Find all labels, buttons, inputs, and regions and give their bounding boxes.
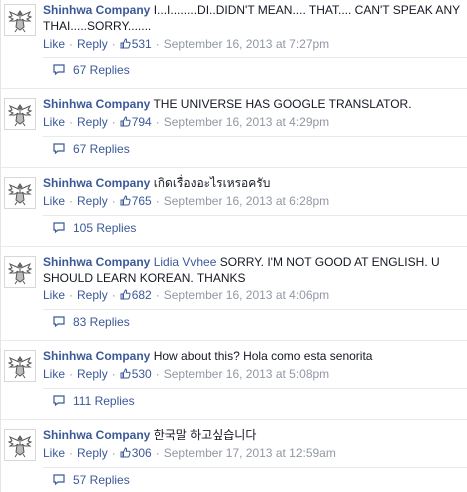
reply-button[interactable]: Reply bbox=[77, 194, 108, 208]
eagle-crest-icon bbox=[7, 104, 33, 127]
comment-actions: Like · Reply · 530 · September 16, 2013 at 5:0… bbox=[43, 367, 330, 381]
eagle-crest-icon bbox=[7, 10, 33, 33]
like-button[interactable]: Like bbox=[43, 446, 65, 460]
speech-bubble-icon bbox=[53, 474, 65, 485]
like-button[interactable]: Like bbox=[43, 37, 65, 51]
comment-author[interactable]: Shinhwa Company bbox=[43, 176, 150, 190]
like-count[interactable]: 530 bbox=[120, 367, 152, 381]
comment-body: Shinhwa Company 한국말 하고싶습니다 bbox=[43, 427, 463, 443]
comment-timestamp[interactable]: September 16, 2013 at 5:08pm bbox=[164, 367, 329, 381]
reply-button[interactable]: Reply bbox=[77, 446, 108, 460]
like-button[interactable]: Like bbox=[43, 194, 65, 208]
eagle-crest-icon bbox=[7, 262, 33, 285]
comment-author[interactable]: Shinhwa Company bbox=[43, 3, 150, 17]
divider bbox=[1, 419, 467, 420]
avatar[interactable] bbox=[4, 256, 36, 288]
view-replies-link[interactable]: 67 Replies bbox=[43, 136, 467, 161]
comment-timestamp[interactable]: September 16, 2013 at 6:28pm bbox=[164, 194, 329, 208]
thumbs-up-icon bbox=[120, 368, 131, 379]
like-count[interactable]: 794 bbox=[120, 115, 152, 129]
divider bbox=[1, 88, 467, 89]
comment-timestamp[interactable]: September 16, 2013 at 7:27pm bbox=[164, 37, 329, 51]
avatar[interactable] bbox=[4, 98, 36, 130]
reply-button[interactable]: Reply bbox=[77, 37, 108, 51]
avatar[interactable] bbox=[4, 4, 36, 36]
view-replies-link[interactable]: 67 Replies bbox=[43, 57, 467, 82]
thumbs-up-icon bbox=[120, 195, 131, 206]
speech-bubble-icon bbox=[53, 316, 65, 327]
speech-bubble-icon bbox=[53, 143, 65, 154]
like-count[interactable]: 682 bbox=[120, 288, 152, 302]
comment-text: 한국말 하고싶습니다 bbox=[153, 428, 257, 442]
thumbs-up-icon bbox=[120, 289, 131, 300]
comment-body: Shinhwa Company How about this? Hola com… bbox=[43, 348, 463, 364]
comment-author[interactable]: Shinhwa Company bbox=[43, 97, 150, 111]
reply-button[interactable]: Reply bbox=[77, 115, 108, 129]
like-button[interactable]: Like bbox=[43, 288, 65, 302]
comment-actions: Like · Reply · 306 · September 17, 2013 at 12:… bbox=[43, 446, 336, 460]
divider bbox=[1, 167, 467, 168]
comment-actions: Like · Reply · 682 · September 16, 2013 at 4:0… bbox=[43, 288, 330, 302]
comment-body: Shinhwa Company Lidia Vvhee SORRY. I'M N… bbox=[43, 254, 463, 286]
replies-count: 57 Replies bbox=[73, 473, 130, 487]
comment-feed: Shinhwa Company I...I........DI..DIDN'T … bbox=[0, 0, 467, 492]
thumbs-up-icon bbox=[120, 116, 131, 127]
comment-timestamp[interactable]: September 16, 2013 at 4:29pm bbox=[164, 115, 329, 129]
comment-author[interactable]: Shinhwa Company bbox=[43, 255, 150, 269]
comment-author[interactable]: Shinhwa Company bbox=[43, 349, 150, 363]
eagle-crest-icon bbox=[7, 356, 33, 379]
comment-text: THE UNIVERSE HAS GOOGLE TRANSLATOR. bbox=[153, 97, 412, 111]
comment-actions: Like · Reply · 765 · September 16, 2013 at 6:2… bbox=[43, 194, 330, 208]
comment-body: Shinhwa Company เกิดเรื่องอะไรเหรอครับ bbox=[43, 175, 463, 191]
like-button[interactable]: Like bbox=[43, 115, 65, 129]
view-replies-link[interactable]: 57 Replies bbox=[43, 467, 467, 492]
avatar[interactable] bbox=[4, 350, 36, 382]
comment-text: เกิดเรื่องอะไรเหรอครับ bbox=[153, 176, 271, 190]
replies-count: 67 Replies bbox=[73, 63, 130, 77]
mention-link[interactable]: Lidia Vvhee bbox=[154, 255, 217, 269]
eagle-crest-icon bbox=[7, 435, 33, 458]
comment-body: Shinhwa Company THE UNIVERSE HAS GOOGLE … bbox=[43, 96, 463, 112]
divider bbox=[1, 246, 467, 247]
comment-text: How about this? Hola como esta senorita bbox=[153, 349, 373, 363]
view-replies-link[interactable]: 111 Replies bbox=[43, 388, 467, 413]
like-count[interactable]: 306 bbox=[120, 446, 152, 460]
replies-count: 111 Replies bbox=[73, 394, 135, 408]
eagle-crest-icon bbox=[7, 183, 33, 206]
speech-bubble-icon bbox=[53, 64, 65, 75]
view-replies-link[interactable]: 105 Replies bbox=[43, 215, 467, 240]
comment-author[interactable]: Shinhwa Company bbox=[43, 428, 150, 442]
avatar[interactable] bbox=[4, 429, 36, 461]
avatar[interactable] bbox=[4, 177, 36, 209]
speech-bubble-icon bbox=[53, 395, 65, 406]
thumbs-up-icon bbox=[120, 38, 131, 49]
like-count[interactable]: 765 bbox=[120, 194, 152, 208]
like-button[interactable]: Like bbox=[43, 367, 65, 381]
comment-timestamp[interactable]: September 17, 2013 at 12:59am bbox=[164, 446, 336, 460]
replies-count: 67 Replies bbox=[73, 142, 130, 156]
comment-timestamp[interactable]: September 16, 2013 at 4:06pm bbox=[164, 288, 329, 302]
comment-actions: Like · Reply · 794 · September 16, 2013 at 4:2… bbox=[43, 115, 330, 129]
thumbs-up-icon bbox=[120, 447, 131, 458]
replies-count: 105 Replies bbox=[73, 221, 137, 235]
speech-bubble-icon bbox=[53, 222, 65, 233]
view-replies-link[interactable]: 83 Replies bbox=[43, 309, 467, 334]
comment-body: Shinhwa Company I...I........DI..DIDN'T … bbox=[43, 2, 463, 34]
reply-button[interactable]: Reply bbox=[77, 288, 108, 302]
divider bbox=[1, 340, 467, 341]
like-count[interactable]: 531 bbox=[120, 37, 152, 51]
comment-actions: Like · Reply · 531 · September 16, 2013 at 7:2… bbox=[43, 37, 330, 51]
replies-count: 83 Replies bbox=[73, 315, 130, 329]
reply-button[interactable]: Reply bbox=[77, 367, 108, 381]
